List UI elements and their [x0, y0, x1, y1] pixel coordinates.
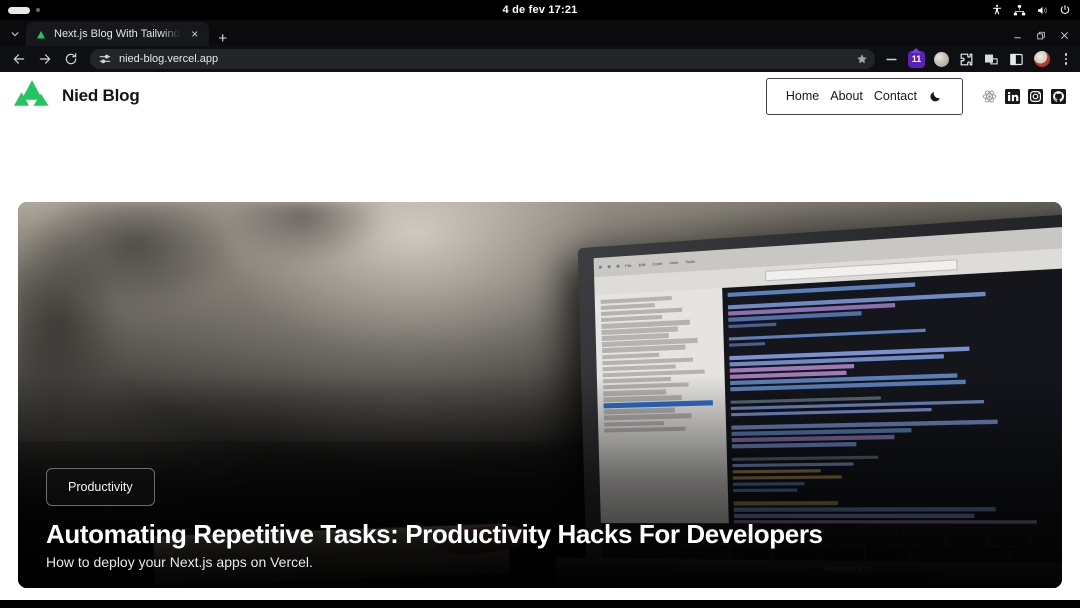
tab-title: Next.js Blog With Tailwind [54, 28, 180, 40]
puzzle-extensions-icon[interactable] [958, 51, 975, 68]
mountain-triangle-logo [14, 80, 50, 112]
nav-link-about[interactable]: About [830, 89, 863, 103]
nav-link-home[interactable]: Home [786, 89, 819, 103]
moon-icon[interactable] [928, 89, 943, 104]
browser-window: Next.js Blog With Tailwind × + [0, 20, 1080, 600]
dash-extension-icon[interactable] [883, 51, 900, 68]
browser-extensions-strip: 11 [881, 51, 1074, 68]
vercel-triangle-favicon [35, 28, 47, 40]
primary-nav: Home About Contact [766, 78, 963, 115]
star-icon[interactable] [853, 53, 871, 65]
split-screen-icon[interactable] [983, 51, 1000, 68]
os-clock[interactable]: 4 de fev 17:21 [0, 4, 1080, 16]
window-maximize-button[interactable] [1036, 28, 1046, 46]
social-links [982, 89, 1066, 104]
forward-button[interactable] [32, 47, 58, 71]
os-top-bar: 4 de fev 17:21 [0, 0, 1080, 20]
window-close-button[interactable] [1059, 28, 1070, 46]
back-button[interactable] [6, 47, 32, 71]
address-bar-url: nied-blog.vercel.app [119, 53, 846, 65]
avatar-extension-icon[interactable] [933, 51, 950, 68]
tune-icon[interactable] [98, 52, 112, 66]
atom-icon[interactable] [982, 89, 997, 104]
nav-link-contact[interactable]: Contact [874, 89, 917, 103]
github-icon[interactable] [1051, 89, 1066, 104]
featured-post-hero-card[interactable]: FileEditCodeViewTools [18, 202, 1062, 588]
hero-post-title[interactable]: Automating Repetitive Tasks: Productivit… [46, 520, 1034, 549]
browser-toolbar: nied-blog.vercel.app 11 [0, 46, 1080, 72]
linkedin-icon[interactable] [1005, 89, 1020, 104]
tab-search-chevron-down-icon[interactable] [4, 22, 26, 46]
brand-name: Nied Blog [62, 86, 140, 106]
profile-avatar[interactable] [1033, 51, 1050, 68]
tab-close-icon[interactable]: × [187, 26, 203, 42]
window-controls [1012, 28, 1074, 46]
new-tab-button[interactable]: + [215, 30, 231, 46]
browser-tab-active[interactable]: Next.js Blog With Tailwind × [26, 22, 209, 46]
kebab-menu-icon[interactable] [1058, 53, 1074, 65]
web-page-content: Nied Blog Home About Contact [0, 72, 1080, 600]
brand[interactable]: Nied Blog [14, 80, 140, 112]
address-bar[interactable]: nied-blog.vercel.app [90, 49, 875, 69]
browser-tabstrip: Next.js Blog With Tailwind × + [0, 20, 1080, 46]
window-minimize-button[interactable] [1012, 28, 1023, 46]
header-right: Home About Contact [766, 78, 1066, 115]
site-header: Nied Blog Home About Contact [0, 72, 1080, 120]
hero-post-subtitle: How to deploy your Next.js apps on Verce… [46, 554, 1034, 570]
category-badge[interactable]: Productivity [46, 468, 155, 506]
sidebar-toggle-icon[interactable] [1008, 51, 1025, 68]
instagram-icon[interactable] [1028, 89, 1043, 104]
hero-content: Productivity Automating Repetitive Tasks… [46, 468, 1034, 570]
reload-button[interactable] [58, 47, 84, 71]
purple-badge-extension-icon[interactable]: 11 [908, 51, 925, 68]
